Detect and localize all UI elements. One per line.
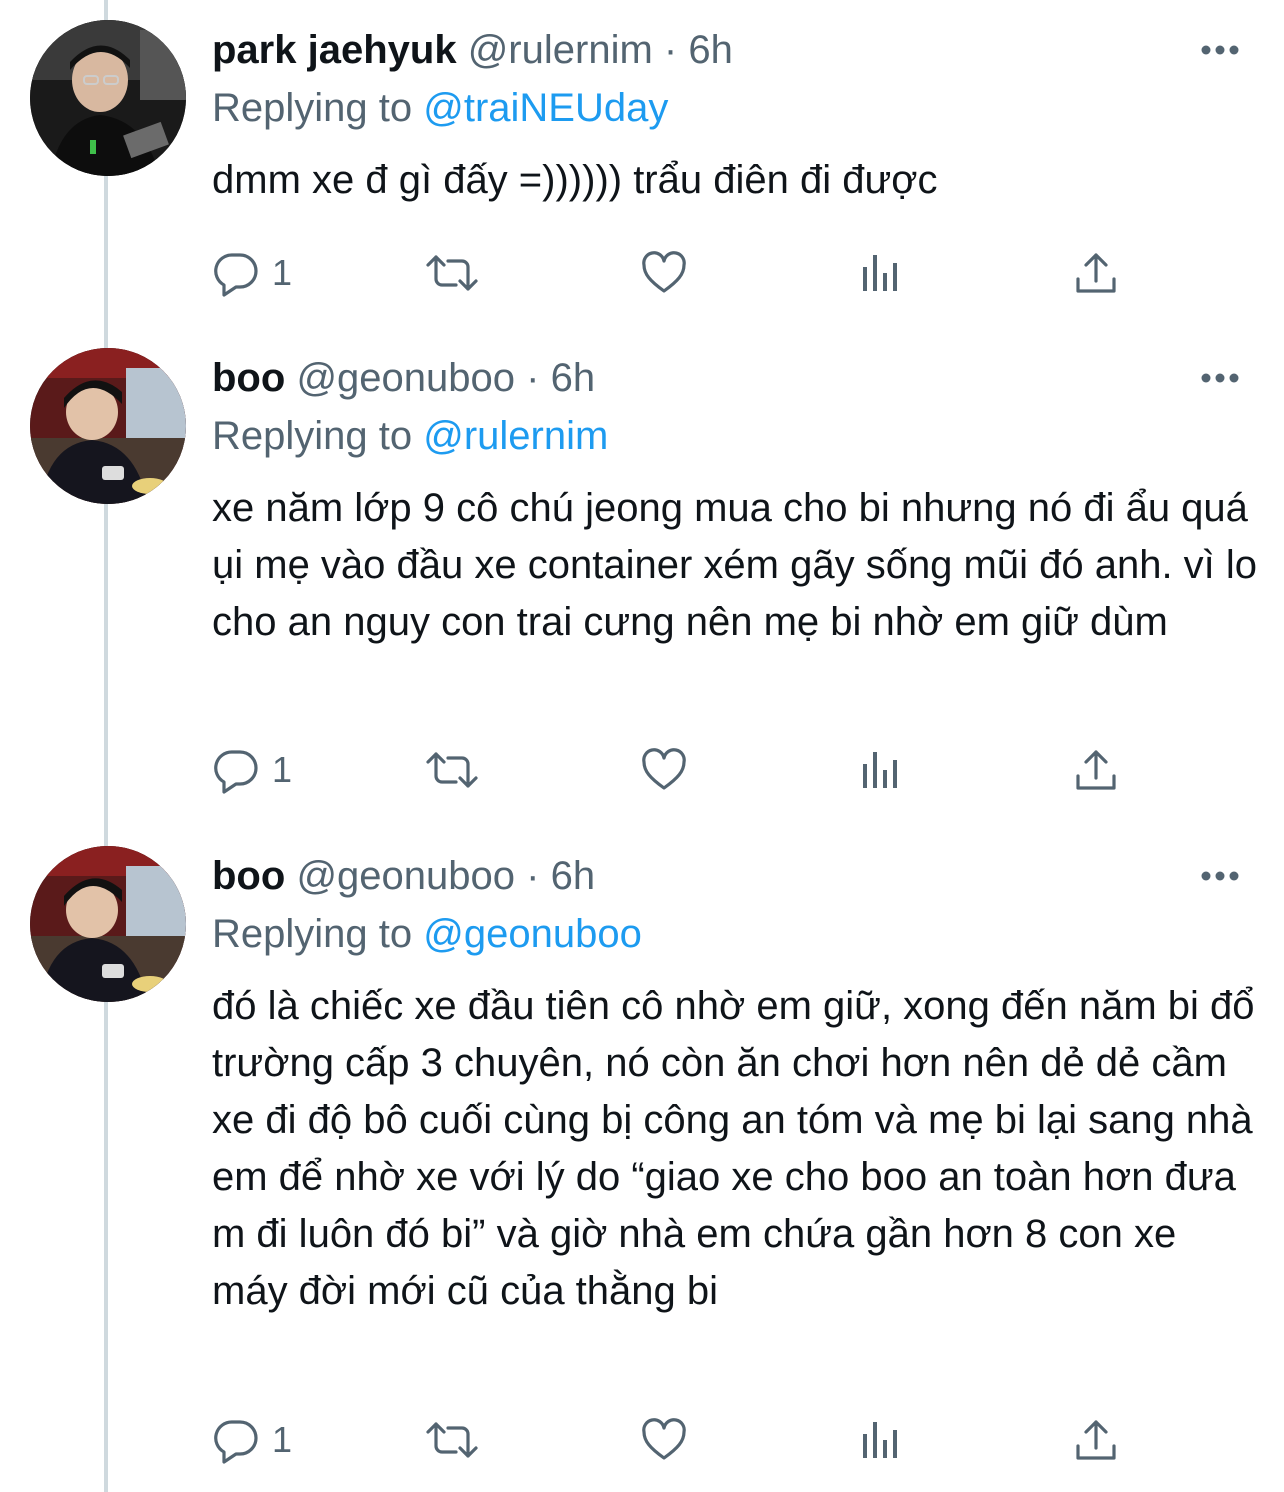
more-options-button[interactable] bbox=[1196, 30, 1244, 70]
retweet-icon bbox=[426, 255, 478, 291]
retweet-icon bbox=[426, 752, 478, 788]
action-bar: 1 bbox=[212, 1412, 1132, 1468]
share-icon bbox=[1076, 1420, 1116, 1460]
tweet-header: boo @geonuboo · 6h bbox=[212, 852, 595, 900]
replying-to-mention[interactable]: @geonuboo bbox=[423, 912, 642, 956]
share-icon bbox=[1076, 750, 1116, 790]
avatar[interactable] bbox=[30, 348, 186, 504]
retweet-button[interactable] bbox=[424, 1412, 480, 1468]
retweet-button[interactable] bbox=[424, 742, 480, 798]
heart-icon bbox=[642, 251, 686, 293]
tweet[interactable]: boo @geonuboo · 6h Replying to @rulernim… bbox=[0, 328, 1284, 828]
user-handle[interactable]: @rulernim bbox=[468, 28, 653, 72]
display-name[interactable]: boo bbox=[212, 854, 285, 898]
replying-to-mention[interactable]: @rulernim bbox=[423, 414, 608, 458]
reply-count: 1 bbox=[272, 749, 293, 790]
display-name[interactable]: boo bbox=[212, 356, 285, 400]
more-horizontal-icon bbox=[1201, 45, 1239, 55]
reply-button[interactable]: 1 bbox=[212, 245, 292, 301]
share-button[interactable] bbox=[1072, 742, 1120, 798]
timestamp[interactable]: 6h bbox=[551, 356, 596, 400]
tweet-header: boo @geonuboo · 6h bbox=[212, 354, 595, 402]
tweet[interactable]: park jaehyuk @rulernim · 6h Replying to … bbox=[0, 0, 1284, 330]
more-options-button[interactable] bbox=[1196, 856, 1244, 896]
reply-button[interactable]: 1 bbox=[212, 1412, 292, 1468]
reply-count: 1 bbox=[272, 1419, 293, 1460]
user-handle[interactable]: @geonuboo bbox=[296, 854, 515, 898]
share-button[interactable] bbox=[1072, 1412, 1120, 1468]
like-button[interactable] bbox=[640, 1412, 688, 1468]
more-options-button[interactable] bbox=[1196, 358, 1244, 398]
replying-to-label: Replying to bbox=[212, 912, 413, 956]
like-button[interactable] bbox=[640, 245, 688, 301]
analytics-button[interactable] bbox=[856, 742, 904, 798]
tweet-header: park jaehyuk @rulernim · 6h bbox=[212, 26, 733, 74]
avatar[interactable] bbox=[30, 20, 186, 176]
tweet-text: đó là chiếc xe đầu tiên cô nhờ em giữ, x… bbox=[212, 984, 1255, 1313]
heart-icon bbox=[642, 748, 686, 790]
timestamp[interactable]: 6h bbox=[688, 28, 733, 72]
replying-to-label: Replying to bbox=[212, 86, 413, 130]
reply-icon bbox=[214, 750, 258, 794]
display-name[interactable]: park jaehyuk bbox=[212, 28, 457, 72]
separator-dot: · bbox=[663, 28, 678, 72]
retweet-button[interactable] bbox=[424, 245, 480, 301]
more-horizontal-icon bbox=[1201, 373, 1239, 383]
analytics-button[interactable] bbox=[856, 245, 904, 301]
analytics-icon bbox=[863, 1422, 897, 1458]
reply-button[interactable]: 1 bbox=[212, 742, 292, 798]
heart-icon bbox=[642, 1418, 686, 1460]
separator-dot: · bbox=[526, 356, 540, 400]
separator-dot: · bbox=[526, 854, 540, 898]
more-horizontal-icon bbox=[1201, 871, 1239, 881]
analytics-button[interactable] bbox=[856, 1412, 904, 1468]
analytics-icon bbox=[863, 752, 897, 788]
replying-to-mention[interactable]: @traiNEUday bbox=[423, 86, 668, 130]
share-icon bbox=[1076, 253, 1116, 293]
avatar[interactable] bbox=[30, 846, 186, 1002]
tweet-text: xe năm lớp 9 cô chú jeong mua cho bi như… bbox=[212, 486, 1258, 644]
reply-icon bbox=[214, 253, 258, 297]
action-bar: 1 bbox=[212, 245, 1132, 301]
reply-count: 1 bbox=[272, 252, 293, 293]
like-button[interactable] bbox=[640, 742, 688, 798]
user-handle[interactable]: @geonuboo bbox=[296, 356, 515, 400]
analytics-icon bbox=[863, 255, 897, 291]
tweet[interactable]: boo @geonuboo · 6h Replying to @geonuboo… bbox=[0, 826, 1284, 1492]
action-bar: 1 bbox=[212, 742, 1132, 798]
replying-to-label: Replying to bbox=[212, 414, 413, 458]
replying-to-line: Replying to @geonuboo bbox=[212, 908, 642, 960]
reply-icon bbox=[214, 1420, 258, 1464]
replying-to-line: Replying to @traiNEUday bbox=[212, 82, 668, 134]
timestamp[interactable]: 6h bbox=[551, 854, 596, 898]
tweet-text: dmm xe đ gì đấy =)))))) trẩu điên đi đượ… bbox=[212, 158, 938, 202]
retweet-icon bbox=[426, 1422, 478, 1458]
share-button[interactable] bbox=[1072, 245, 1120, 301]
replying-to-line: Replying to @rulernim bbox=[212, 410, 608, 462]
